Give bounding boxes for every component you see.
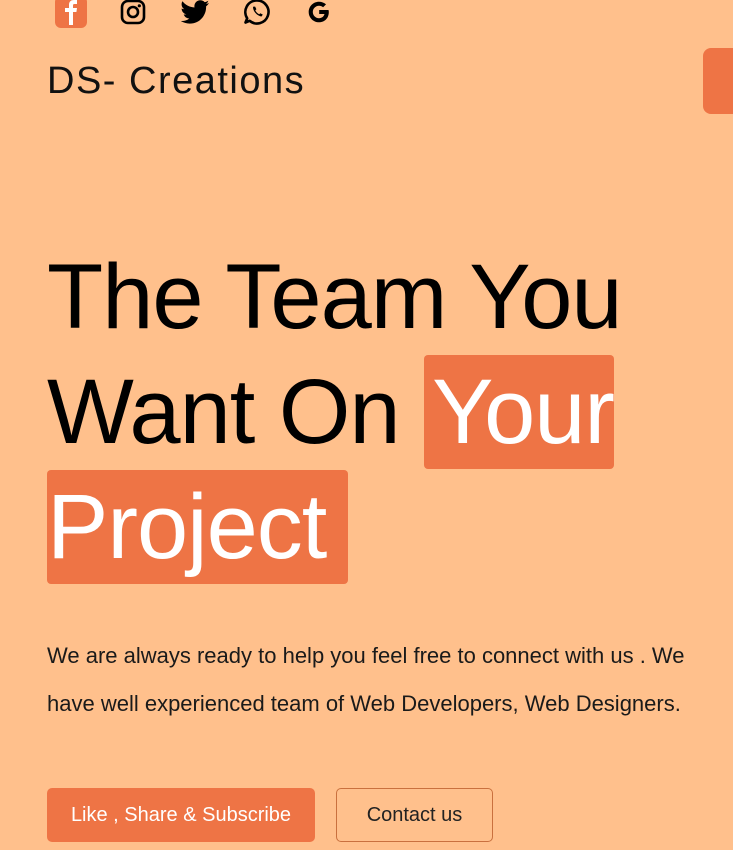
social-links [55,0,365,30]
hero-description: We are always ready to help you feel fre… [47,643,685,716]
hero-highlight-project: Project [47,470,349,584]
contact-us-button[interactable]: Contact us [336,788,493,842]
brand-title[interactable]: DS- Creations [47,60,305,103]
hero-highlight-your: Your [424,355,615,469]
hero-line-2: Want On [47,361,425,463]
hero-title: The Team You Want On Your Project [47,240,623,585]
menu-toggle-button[interactable] [703,48,733,114]
like-share-subscribe-button[interactable]: Like , Share & Subscribe [47,788,315,842]
instagram-icon[interactable] [117,0,149,28]
twitter-icon[interactable] [179,0,211,28]
google-icon[interactable] [303,0,335,28]
facebook-icon[interactable] [55,0,87,28]
hero-line-1: The Team You [47,246,623,348]
whatsapp-icon[interactable] [241,0,273,28]
